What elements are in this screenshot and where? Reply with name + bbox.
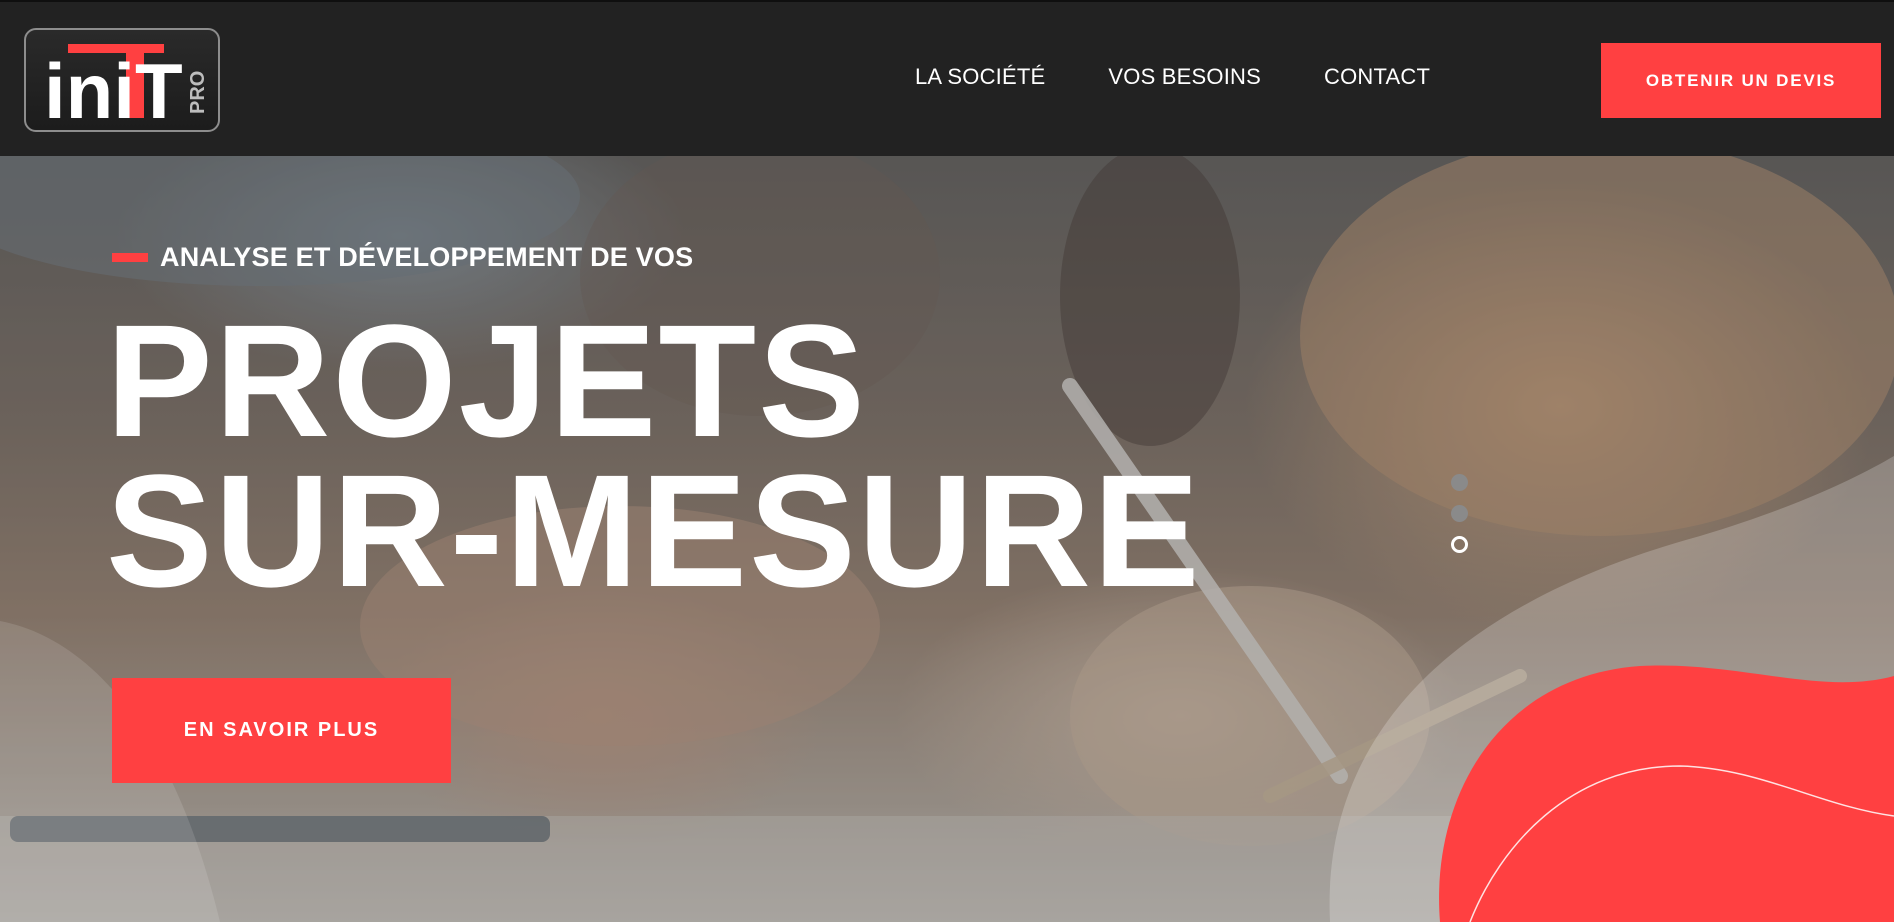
slider-dot-1[interactable]: [1451, 474, 1468, 491]
main-nav: LA SOCIÉTÉ VOS BESOINS CONTACT: [915, 64, 1430, 90]
nav-link-la-societe[interactable]: LA SOCIÉTÉ: [915, 64, 1045, 90]
hero-section: ANALYSE ET DÉVELOPPEMENT DE VOS PROJETS …: [0, 156, 1894, 922]
hero-subtitle: ANALYSE ET DÉVELOPPEMENT DE VOS: [160, 242, 694, 272]
hero-headline: PROJETS SUR-MESURE: [106, 291, 1202, 620]
logo[interactable]: iniT PRO: [24, 28, 220, 134]
site-header: iniT PRO LA SOCIÉTÉ VOS BESOINS CONTACT …: [0, 0, 1894, 156]
slider-dot-2[interactable]: [1451, 505, 1468, 522]
svg-text:PRO: PRO: [187, 71, 209, 114]
hero-headline-line-2: SUR-MESURE: [106, 441, 1202, 620]
logo-mark: iniT PRO: [44, 44, 209, 134]
svg-text:iniT: iniT: [44, 47, 183, 134]
slider-dot-3[interactable]: [1451, 536, 1468, 553]
nav-link-vos-besoins[interactable]: VOS BESOINS: [1108, 64, 1261, 90]
nav-link-contact[interactable]: CONTACT: [1324, 64, 1430, 90]
eyebrow-accent-bar: [112, 253, 148, 262]
slider-pagination: [1451, 474, 1468, 553]
learn-more-button[interactable]: EN SAVOIR PLUS: [112, 678, 451, 783]
hero-eyebrow: ANALYSE ET DÉVELOPPEMENT DE VOS: [112, 242, 693, 273]
get-quote-button[interactable]: OBTENIR UN DEVIS: [1601, 43, 1881, 118]
hero-headline-line-1: PROJETS: [106, 291, 867, 470]
